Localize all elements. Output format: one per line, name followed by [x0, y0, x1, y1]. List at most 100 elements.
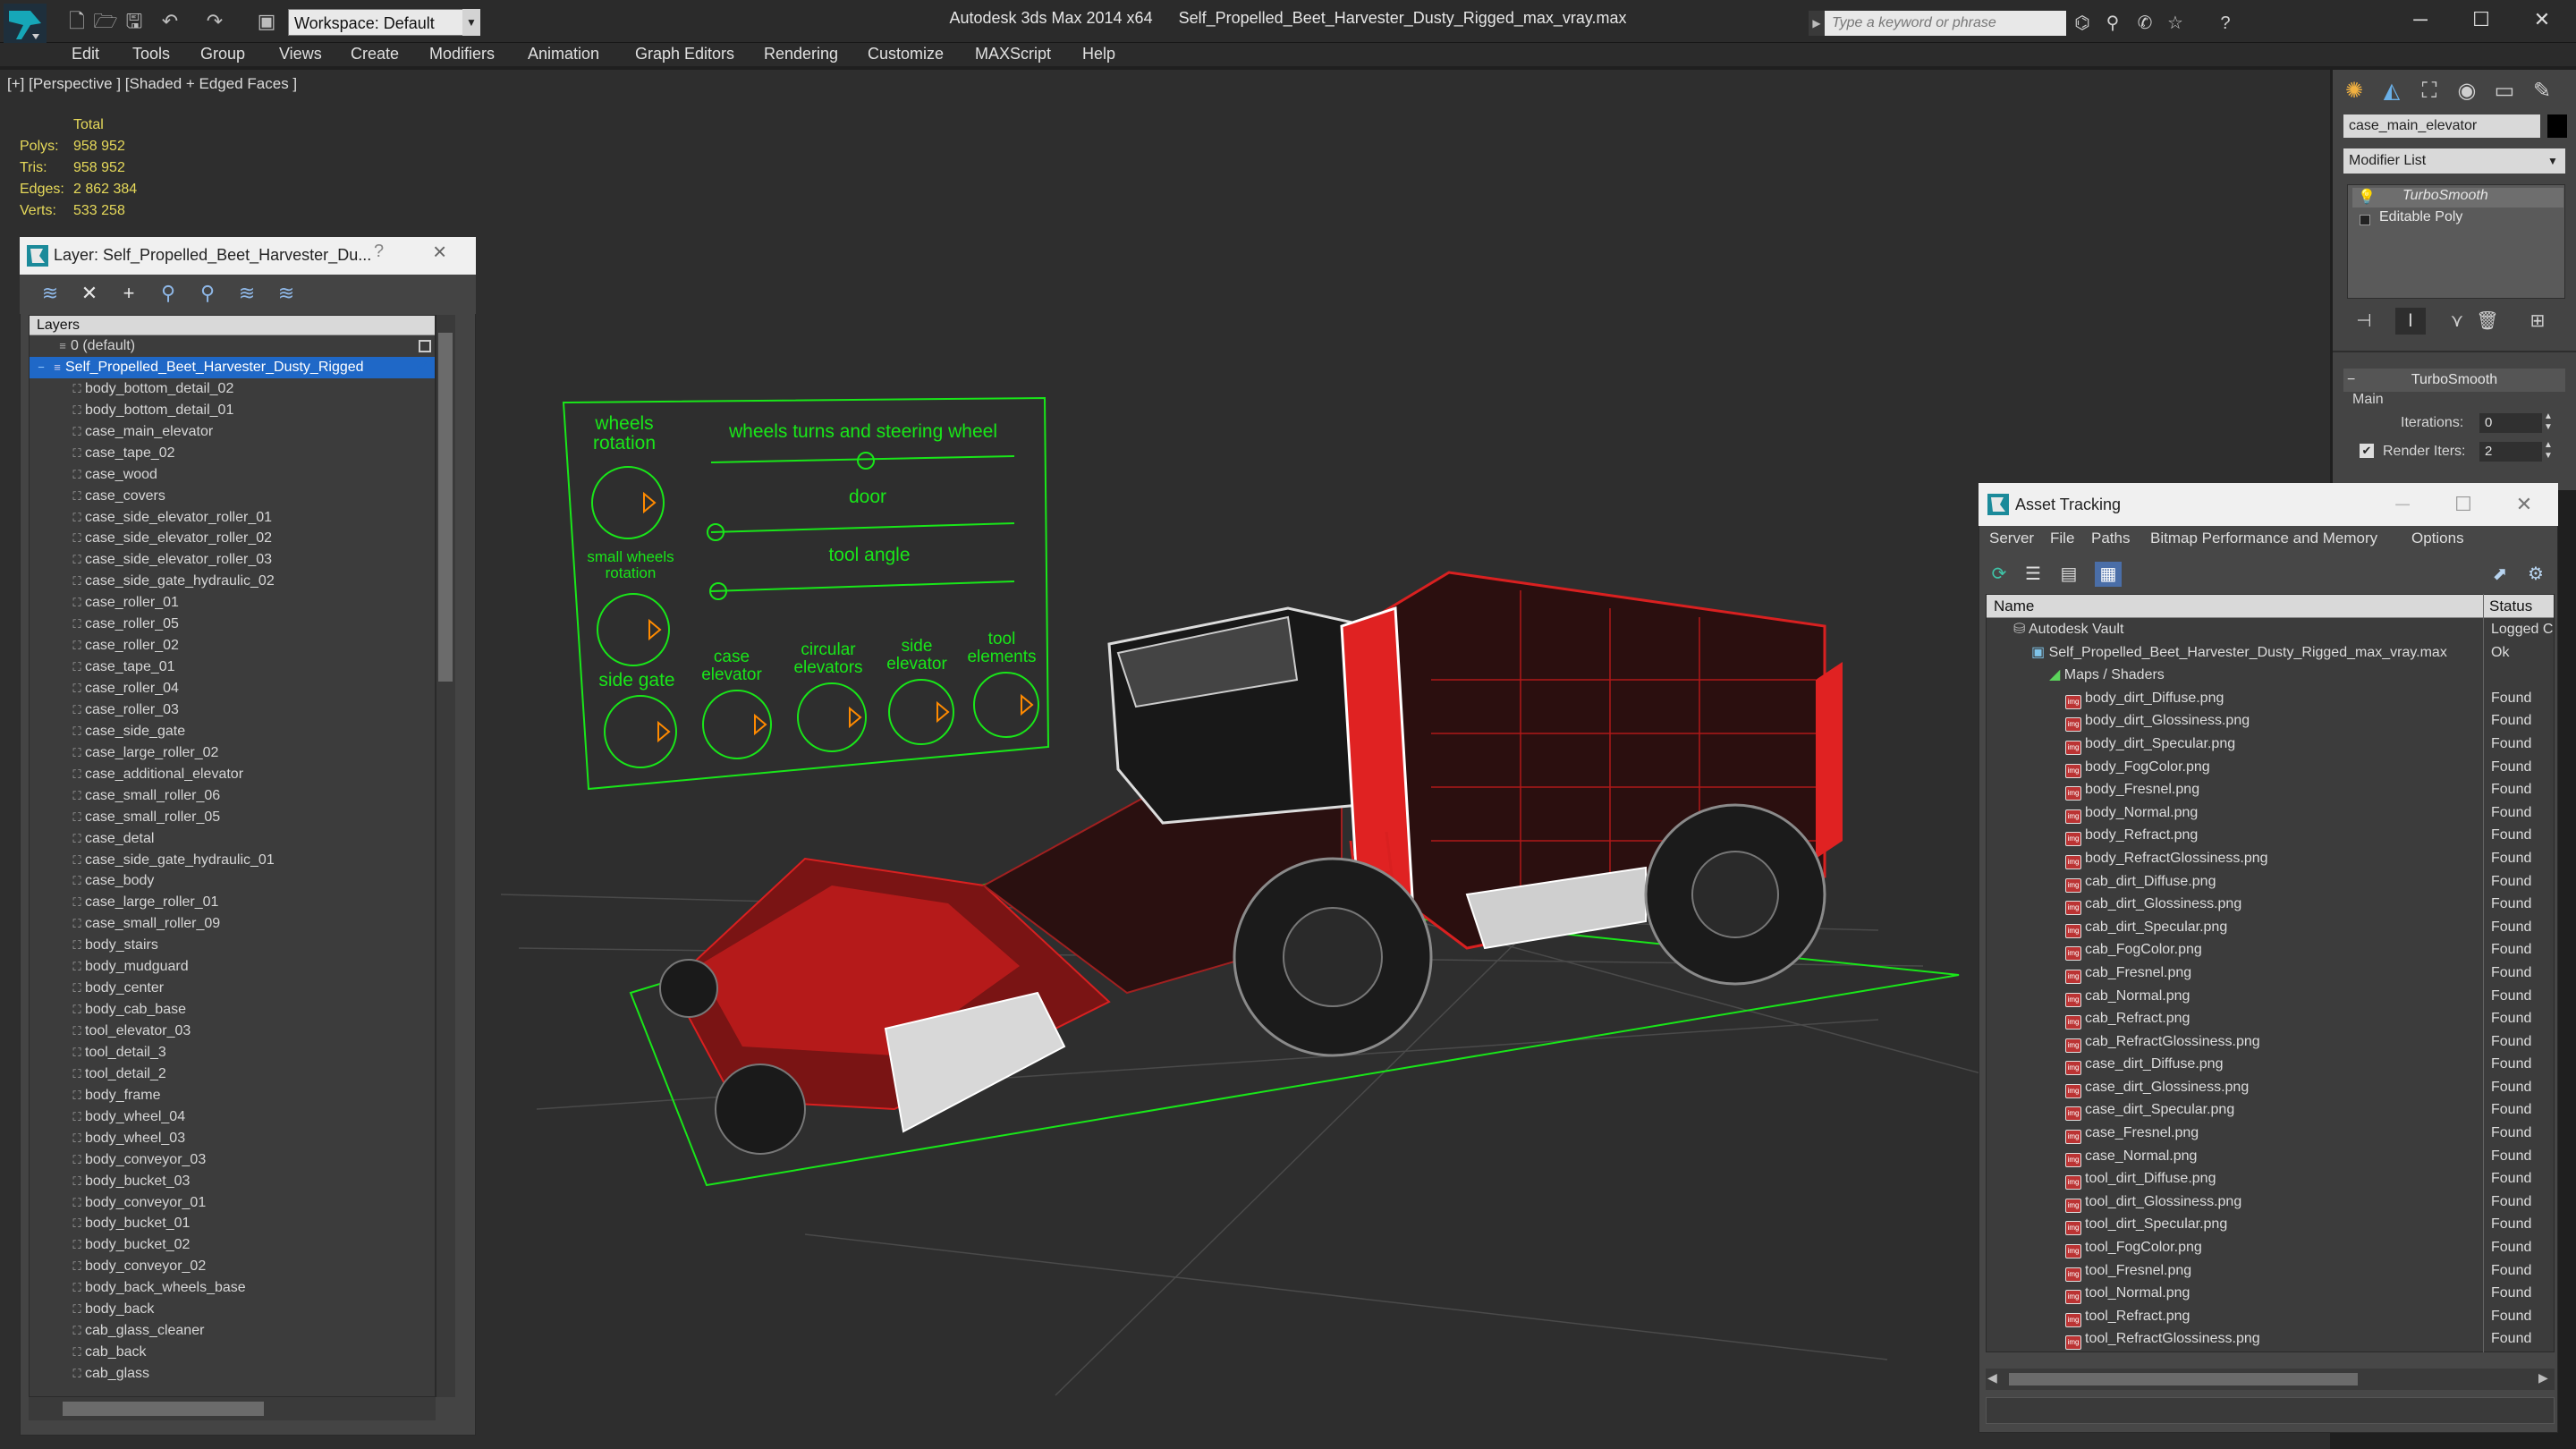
layer-object-row[interactable]: ⛶ case_small_roller_05	[30, 807, 435, 828]
asset-row-map[interactable]: img case_dirt_Glossiness.png Found	[1987, 1076, 2554, 1099]
asset-row-map[interactable]: img tool_RefractGlossiness.png Found	[1987, 1327, 2554, 1351]
wheels-rotation-dial[interactable]	[591, 466, 665, 539]
asset-row-map[interactable]: img body_Refract.png Found	[1987, 824, 2554, 847]
layer-object-row[interactable]: ⛶ body_stairs	[30, 935, 435, 956]
show-end-result-icon[interactable]: Ⅰ	[2395, 308, 2426, 335]
layer-object-row[interactable]: ⛶ case_side_elevator_roller_01	[30, 507, 435, 529]
layer-object-row[interactable]: ⛶ case_tape_02	[30, 443, 435, 464]
layer-object-row[interactable]: ⛶ tool_elevator_03	[30, 1021, 435, 1042]
delete-layer-icon[interactable]: ✕	[77, 281, 102, 306]
layer-object-row[interactable]: ⛶ case_body	[30, 870, 435, 892]
make-unique-icon[interactable]: ⋎	[2442, 308, 2472, 335]
asset-row-map[interactable]: img case_dirt_Specular.png Found	[1987, 1098, 2554, 1122]
column-divider[interactable]	[2483, 594, 2484, 1352]
object-name-field[interactable]: case_main_elevator	[2343, 114, 2540, 138]
select-objects-icon[interactable]: ⚲	[156, 281, 181, 306]
chevron-down-icon[interactable]: ▼	[2542, 148, 2563, 174]
active-layer-box[interactable]	[419, 340, 431, 352]
render-iters-checkbox[interactable]: ✔	[2360, 444, 2374, 458]
layer-object-row[interactable]: ⛶ body_back	[30, 1299, 435, 1320]
case-elevator-dial[interactable]	[702, 690, 772, 759]
asset-row-vault[interactable]: ⛁ Autodesk Vault Logged C	[1987, 618, 2554, 641]
layer-object-row[interactable]: ⛶ case_wood	[30, 464, 435, 486]
layer-object-row[interactable]: ⛶ body_bucket_03	[30, 1171, 435, 1192]
status-column-header[interactable]: Status	[2489, 595, 2532, 618]
render-iters-spinner[interactable]: 2	[2479, 442, 2542, 462]
layer-object-row[interactable]: ⛶ cab_glass_cleaner	[30, 1320, 435, 1342]
asset-row-map[interactable]: img body_FogColor.png Found	[1987, 756, 2554, 779]
layers-vertical-scroll-thumb[interactable]	[438, 333, 453, 682]
close-button[interactable]: ✕	[2497, 490, 2551, 519]
layer-object-row[interactable]: ⛶ case_roller_05	[30, 614, 435, 635]
layer-object-row[interactable]: ⛶ body_bucket_01	[30, 1213, 435, 1234]
maximize-button[interactable]: ☐	[2436, 490, 2490, 519]
asset-row-map[interactable]: img tool_Fresnel.png Found	[1987, 1259, 2554, 1283]
asset-row-map[interactable]: img body_dirt_Glossiness.png Found	[1987, 709, 2554, 733]
scroll-left-icon[interactable]: ◀	[1987, 1370, 1997, 1385]
lightbulb-icon[interactable]: 💡	[2358, 188, 2376, 206]
maximize-button[interactable]: ☐	[2454, 4, 2508, 36]
asset-menu-options[interactable]: Options	[2411, 530, 2464, 547]
asset-row-map[interactable]: img tool_FogColor.png Found	[1987, 1236, 2554, 1259]
layer-object-row[interactable]: ⛶ body_bucket_02	[30, 1234, 435, 1256]
layer-object-row[interactable]: ⛶ case_main_elevator	[30, 421, 435, 443]
asset-row-map[interactable]: img body_Fresnel.png Found	[1987, 778, 2554, 801]
asset-menu-server[interactable]: Server	[1989, 530, 2034, 547]
layer-object-row[interactable]: ⛶ body_cab_base	[30, 999, 435, 1021]
asset-menu-paths[interactable]: Paths	[2091, 530, 2130, 547]
layer-object-row[interactable]: ⛶ body_wheel_03	[30, 1128, 435, 1149]
configure-sets-icon[interactable]: ⊞	[2522, 308, 2553, 335]
layer-object-row[interactable]: ⛶ case_additional_elevator	[30, 764, 435, 785]
hide-all-layers-icon[interactable]: ≋	[234, 281, 259, 306]
layer-object-row[interactable]: ⛶ case_side_elevator_roller_03	[30, 549, 435, 571]
close-icon[interactable]: ×	[433, 238, 446, 266]
current-layer-check-icon[interactable]: ✔	[415, 358, 428, 377]
iterations-spinner[interactable]: 0	[2479, 413, 2542, 433]
asset-menu-bitmap-performance[interactable]: Bitmap Performance and Memory	[2150, 530, 2377, 547]
spinner-arrows-icon[interactable]: ▲ ▼	[2544, 440, 2553, 462]
layer-object-row[interactable]: ⛶ case_covers	[30, 486, 435, 507]
asset-row-map[interactable]: img cab_RefractGlossiness.png Found	[1987, 1030, 2554, 1054]
layer-object-row[interactable]: ⛶ body_conveyor_02	[30, 1256, 435, 1277]
tool-elements-dial[interactable]	[973, 672, 1039, 738]
hierarchy-tab-icon[interactable]: ⛶	[2411, 75, 2447, 107]
rig-control-panel[interactable]: wheels rotation wheels turns and steerin…	[555, 394, 1055, 796]
circular-elevators-dial[interactable]	[797, 682, 867, 752]
stack-item-turbosmooth[interactable]: TurboSmooth	[2402, 188, 2488, 204]
layer-object-row[interactable]: ⛶ tool_detail_3	[30, 1042, 435, 1063]
asset-row-map[interactable]: img tool_dirt_Diffuse.png Found	[1987, 1167, 2554, 1191]
layer-object-row[interactable]: ⛶ case_roller_02	[30, 635, 435, 657]
layer-object-row[interactable]: ⛶ case_tape_01	[30, 657, 435, 678]
asset-row-maps-folder[interactable]: ◢ Maps / Shaders	[1987, 664, 2554, 687]
modifier-list-dropdown[interactable]: Modifier List	[2343, 148, 2565, 174]
asset-row-max-file[interactable]: ▣ Self_Propelled_Beet_Harvester_Dusty_Ri…	[1987, 641, 2554, 665]
asset-row-map[interactable]: img body_dirt_Diffuse.png Found	[1987, 687, 2554, 710]
motion-tab-icon[interactable]: ◉	[2449, 75, 2485, 107]
layer-object-row[interactable]: ⛶ cab_back	[30, 1342, 435, 1363]
layers-horizontal-scroll-thumb[interactable]	[63, 1402, 264, 1416]
steering-slider-handle[interactable]	[857, 452, 875, 470]
layer-row-default[interactable]: ≡ 0 (default)	[30, 335, 435, 357]
table-view-icon[interactable]: ▦	[2095, 562, 2122, 587]
layers-tree[interactable]: Layers ≡ 0 (default) − ≡ Self_Propelled_Bee…	[29, 315, 436, 1397]
asset-row-map[interactable]: img body_Normal.png Found	[1987, 801, 2554, 825]
asset-row-map[interactable]: img case_Normal.png Found	[1987, 1145, 2554, 1168]
turbosmooth-rollout-header[interactable]: TurboSmooth	[2343, 369, 2565, 392]
layer-object-row[interactable]: ⛶ body_conveyor_03	[30, 1149, 435, 1171]
layer-object-row[interactable]: ⛶ body_bottom_detail_01	[30, 400, 435, 421]
layer-object-row[interactable]: ⛶ case_small_roller_06	[30, 785, 435, 807]
small-wheels-dial[interactable]	[597, 593, 670, 666]
highlight-layer-icon[interactable]: ⚲	[195, 281, 220, 306]
layer-object-row[interactable]: ⛶ body_frame	[30, 1085, 435, 1106]
layer-object-row[interactable]: ⛶ case_small_roller_09	[30, 913, 435, 935]
asset-row-map[interactable]: img cab_dirt_Specular.png Found	[1987, 916, 2554, 939]
asset-row-map[interactable]: img cab_FogColor.png Found	[1987, 938, 2554, 962]
asset-row-map[interactable]: img case_dirt_Diffuse.png Found	[1987, 1053, 2554, 1076]
refresh-icon[interactable]: ⟳	[1986, 562, 2012, 587]
asset-row-map[interactable]: img body_dirt_Specular.png Found	[1987, 733, 2554, 756]
remove-modifier-icon[interactable]: 🗑	[2472, 308, 2503, 335]
minimize-button[interactable]: ─	[2394, 4, 2447, 36]
list-view-icon[interactable]: ☰	[2020, 562, 2046, 587]
layer-object-row[interactable]: ⛶ case_large_roller_02	[30, 742, 435, 764]
create-tab-icon[interactable]: ✺	[2336, 75, 2372, 107]
